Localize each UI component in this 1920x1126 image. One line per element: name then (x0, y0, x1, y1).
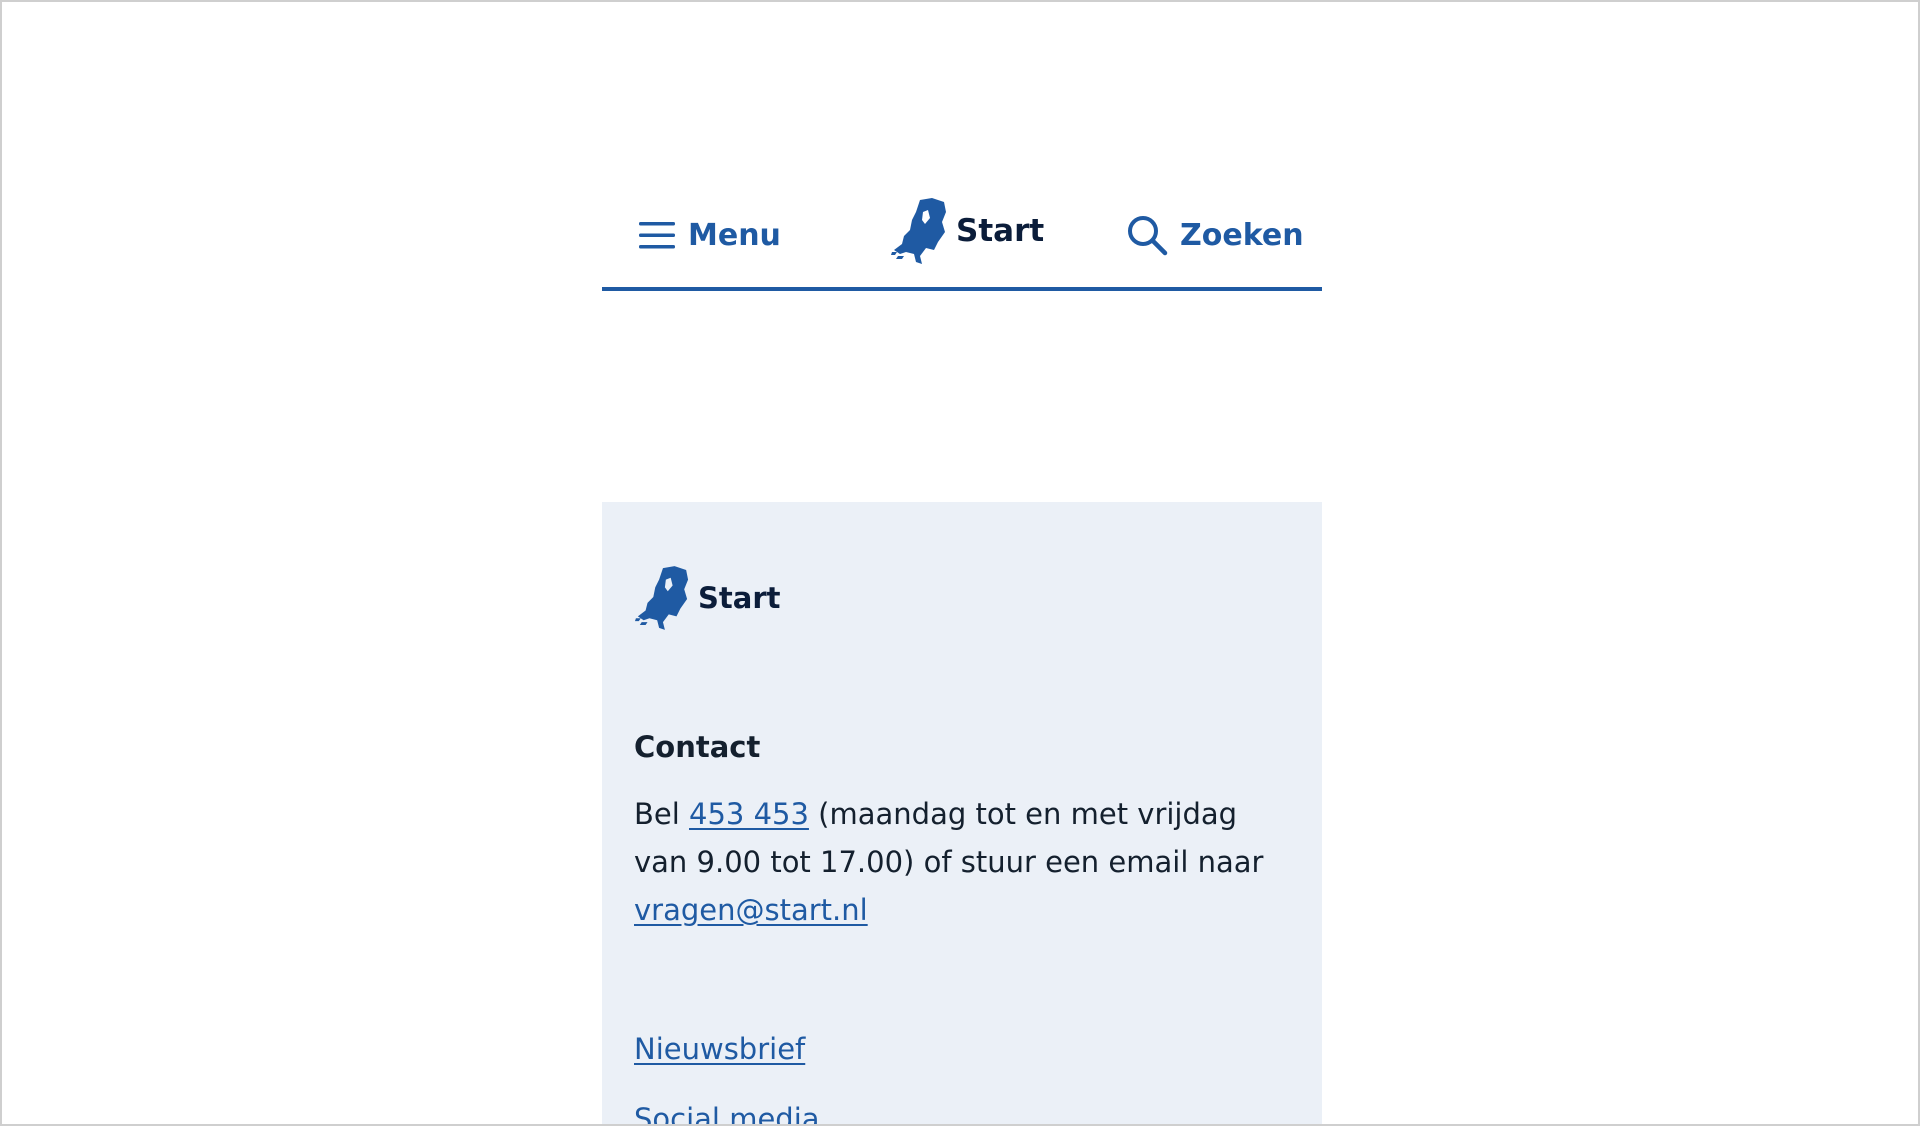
footer-logo[interactable]: Start (634, 566, 780, 630)
site-header: Menu Start Zoeken (602, 187, 1322, 291)
logo-label: Start (956, 213, 1045, 249)
site-footer: Start Contact Bel 453 453 (maandag tot e… (602, 502, 1322, 1124)
page-column: Menu Start Zoeken Start Contact Bel 453 … (602, 2, 1322, 1124)
email-link[interactable]: vragen@start.nl (634, 893, 868, 927)
menu-label: Menu (688, 217, 781, 253)
hamburger-icon (638, 219, 676, 251)
browser-viewport: Menu Start Zoeken Start Contact Bel 453 … (0, 0, 1920, 1126)
search-icon (1126, 214, 1168, 256)
menu-button[interactable]: Menu (638, 205, 781, 265)
contact-text: Bel 453 453 (maandag tot en met vrijdag … (634, 790, 1294, 934)
contact-heading: Contact (634, 730, 761, 764)
phone-link[interactable]: 453 453 (689, 797, 809, 831)
site-logo[interactable]: Start (890, 195, 1044, 267)
footer-link-social-media[interactable]: Social media (634, 1102, 820, 1124)
search-label: Zoeken (1180, 217, 1304, 253)
search-button[interactable]: Zoeken (1126, 205, 1304, 265)
contact-prefix: Bel (634, 797, 690, 831)
footer-logo-label: Start (698, 581, 781, 615)
footer-link-newsletter[interactable]: Nieuwsbrief (634, 1032, 805, 1066)
netherlands-map-icon (890, 198, 948, 264)
netherlands-map-icon (634, 566, 690, 630)
